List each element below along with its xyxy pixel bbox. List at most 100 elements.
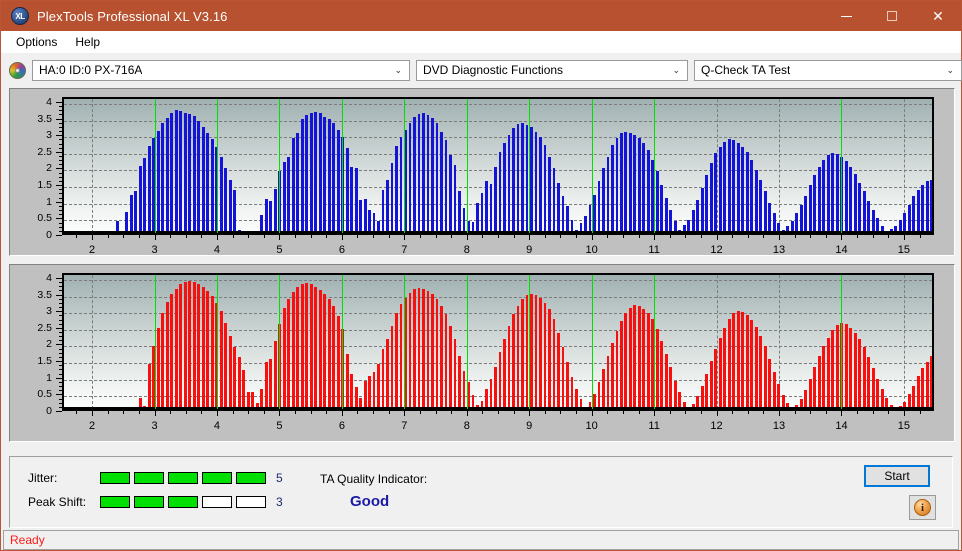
bar bbox=[759, 336, 762, 409]
bar bbox=[368, 376, 371, 409]
bar bbox=[431, 294, 434, 409]
bar bbox=[274, 341, 277, 409]
bar bbox=[166, 302, 169, 409]
bar bbox=[157, 131, 160, 233]
meter-cell bbox=[202, 496, 232, 508]
peak-shift-value: 3 bbox=[276, 495, 283, 509]
bar bbox=[867, 357, 870, 409]
x-minor-tick bbox=[295, 411, 296, 414]
bar bbox=[125, 212, 128, 233]
y-tick-label: 3 bbox=[46, 130, 52, 141]
track-marker-line bbox=[404, 275, 405, 409]
x-minor-tick bbox=[295, 235, 296, 238]
zero-baseline bbox=[64, 231, 932, 233]
y-tick-label: 3.5 bbox=[37, 289, 52, 300]
x-tick-label: 9 bbox=[526, 420, 532, 432]
bar bbox=[921, 368, 924, 409]
bar bbox=[849, 328, 852, 409]
x-tick-label: 3 bbox=[151, 420, 157, 432]
test-select[interactable]: Q-Check TA Test ⌄ bbox=[694, 60, 962, 81]
bar bbox=[728, 319, 731, 409]
x-minor-tick bbox=[311, 411, 312, 414]
bar bbox=[206, 133, 209, 233]
x-minor-tick bbox=[873, 411, 874, 414]
selector-bar: HA:0 ID:0 PX-716A ⌄ DVD Diagnostic Funct… bbox=[1, 53, 961, 86]
x-minor-tick bbox=[92, 235, 93, 238]
y-tick-label: 2.5 bbox=[37, 323, 52, 334]
x-tick-label: 10 bbox=[586, 420, 598, 432]
bar bbox=[202, 127, 205, 233]
ta-chart-lower: 00.511.522.533.5423456789101112131415 bbox=[9, 264, 955, 442]
bar bbox=[386, 180, 389, 233]
bar bbox=[728, 139, 731, 233]
x-minor-tick bbox=[357, 411, 358, 414]
bar bbox=[157, 328, 160, 409]
bar bbox=[768, 203, 771, 233]
meter-cell bbox=[100, 472, 130, 484]
x-minor-tick bbox=[482, 235, 483, 238]
bar bbox=[737, 311, 740, 409]
bar bbox=[458, 356, 461, 409]
x-minor-tick bbox=[498, 411, 499, 414]
info-icon: i bbox=[914, 499, 931, 516]
start-button[interactable]: Start bbox=[864, 465, 930, 487]
bar bbox=[445, 140, 448, 233]
bar bbox=[872, 210, 875, 233]
track-marker-line bbox=[529, 99, 530, 233]
bar bbox=[755, 170, 758, 233]
x-minor-tick bbox=[123, 235, 124, 238]
bar bbox=[908, 205, 911, 233]
x-tick-label: 12 bbox=[710, 420, 722, 432]
track-marker-line bbox=[592, 275, 593, 409]
bar bbox=[624, 313, 627, 409]
y-tick-label: 0 bbox=[46, 406, 52, 417]
bar bbox=[665, 198, 668, 233]
bar bbox=[611, 343, 614, 410]
bar bbox=[903, 213, 906, 233]
bar bbox=[854, 174, 857, 233]
function-select[interactable]: DVD Diagnostic Functions ⌄ bbox=[416, 60, 688, 81]
x-minor-tick bbox=[795, 235, 796, 238]
x-minor-tick bbox=[170, 411, 171, 414]
bar bbox=[494, 367, 497, 409]
y-tick-label: 1 bbox=[46, 196, 52, 207]
x-minor-tick bbox=[904, 235, 905, 238]
bar bbox=[656, 329, 659, 409]
x-minor-tick bbox=[139, 235, 140, 238]
x-minor-tick bbox=[279, 411, 280, 414]
results-panel: Jitter: 5 Peak Shift: 3 TA Quality Indic… bbox=[9, 456, 953, 528]
bar bbox=[822, 346, 825, 409]
x-minor-tick bbox=[186, 411, 187, 414]
minimize-icon[interactable] bbox=[823, 1, 869, 31]
close-icon[interactable]: ✕ bbox=[915, 1, 961, 31]
menu-item-help[interactable]: Help bbox=[66, 33, 109, 51]
bar bbox=[665, 354, 668, 409]
bar bbox=[795, 213, 798, 233]
bar bbox=[926, 181, 929, 233]
meter-cell bbox=[236, 496, 266, 508]
x-minor-tick bbox=[482, 411, 483, 414]
maximize-icon[interactable] bbox=[869, 1, 915, 31]
info-button[interactable]: i bbox=[909, 495, 936, 520]
bar bbox=[413, 289, 416, 409]
x-minor-tick bbox=[264, 235, 265, 238]
bar bbox=[175, 289, 178, 409]
bar bbox=[539, 298, 542, 409]
bar bbox=[373, 372, 376, 409]
track-marker-line bbox=[467, 99, 468, 233]
bar bbox=[139, 166, 142, 233]
x-minor-tick bbox=[732, 235, 733, 238]
x-minor-tick bbox=[373, 411, 374, 414]
bar bbox=[660, 341, 663, 409]
bar bbox=[526, 295, 529, 409]
x-minor-tick bbox=[607, 411, 608, 414]
x-minor-tick bbox=[841, 411, 842, 414]
menu-item-options[interactable]: Options bbox=[7, 33, 66, 51]
bar bbox=[332, 123, 335, 233]
x-minor-tick bbox=[342, 411, 343, 414]
bar bbox=[512, 128, 515, 233]
bar bbox=[193, 116, 196, 233]
drive-select[interactable]: HA:0 ID:0 PX-716A ⌄ bbox=[32, 60, 410, 81]
bar bbox=[377, 364, 380, 409]
x-minor-tick bbox=[545, 411, 546, 414]
